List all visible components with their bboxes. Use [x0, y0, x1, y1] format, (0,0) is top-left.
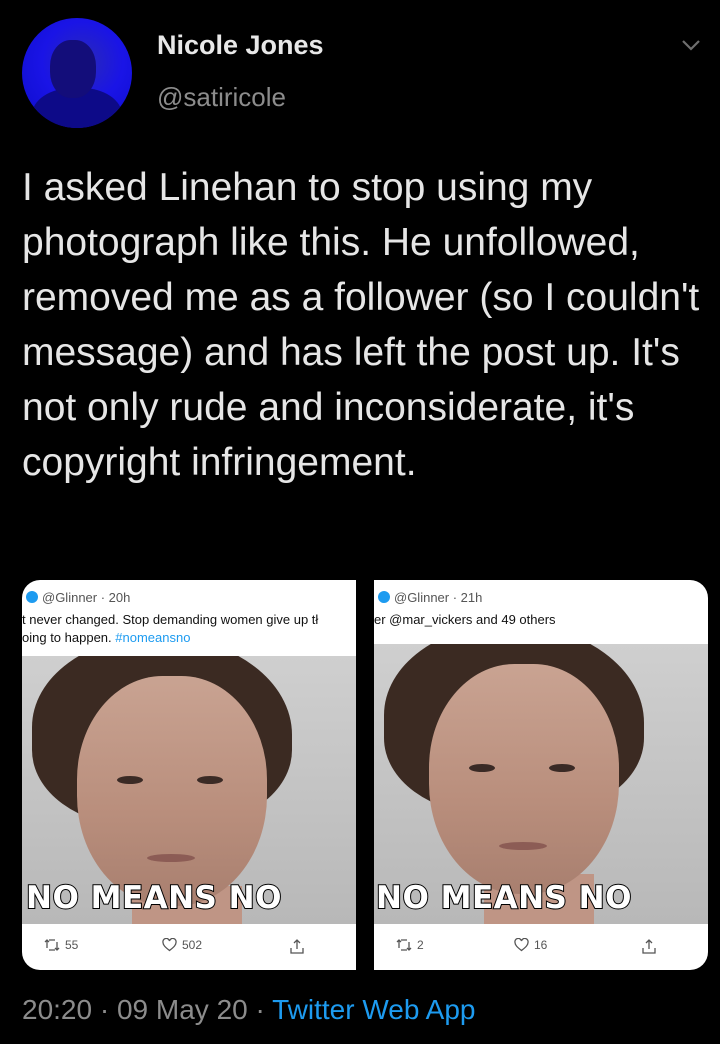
quoted-time: 21h: [460, 590, 483, 605]
quoted-text-line: t never changed. Stop demanding women gi…: [22, 612, 319, 627]
quoted-handle: @Glinner: [42, 590, 98, 605]
media-image-1[interactable]: @Glinner · 20h t never changed. Stop dem…: [22, 580, 356, 970]
verified-icon: [378, 591, 390, 603]
author-handle[interactable]: @satiricole: [157, 82, 286, 113]
like-count: 502: [162, 937, 202, 952]
quoted-meta: @Glinner · 21h: [378, 590, 482, 605]
hashtag-link: #nomeansno: [115, 630, 191, 645]
quoted-time: 20h: [108, 590, 131, 605]
separator: ·: [255, 994, 265, 1025]
quoted-handle: @Glinner: [394, 590, 450, 605]
photo-mouth: [147, 854, 195, 862]
photo-face: [429, 664, 619, 894]
photo-eye: [197, 776, 223, 784]
media-separator: [356, 580, 374, 970]
media-image-2[interactable]: @Glinner · 21h er @mar_vickers and 49 ot…: [374, 580, 708, 970]
quoted-text: oing to happen.: [22, 630, 112, 645]
replying-to-line: er @mar_vickers and 49 others: [374, 612, 556, 627]
source-app-link[interactable]: Twitter Web App: [272, 994, 475, 1025]
author-name[interactable]: Nicole Jones: [157, 30, 324, 61]
retweet-count: 2: [396, 938, 424, 952]
meme-caption: NO MEANS NO: [375, 879, 632, 917]
quoted-actions: 2 16: [374, 924, 708, 970]
like-count: 16: [514, 937, 547, 952]
tweet-text: I asked Linehan to stop using my photogr…: [22, 166, 700, 484]
heart-icon: [514, 937, 529, 952]
heart-icon: [162, 937, 177, 952]
meme-photo: NO MEANS NO: [374, 644, 708, 924]
avatar[interactable]: [22, 18, 132, 128]
quoted-actions: 55 502: [22, 924, 356, 970]
tweet-timestamp[interactable]: 20:20 · 09 May 20 · Twitter Web App: [22, 994, 475, 1026]
tweet-media[interactable]: @Glinner · 20h t never changed. Stop dem…: [22, 580, 708, 970]
photo-eye: [469, 764, 495, 772]
photo-eye: [549, 764, 575, 772]
quoted-text-line: oing to happen. #nomeansno: [22, 630, 190, 645]
share-icon: [290, 938, 309, 954]
quoted-meta: @Glinner · 20h: [26, 590, 130, 605]
photo-eye: [117, 776, 143, 784]
meme-caption: NO MEANS NO: [25, 879, 282, 917]
separator: ·: [99, 994, 110, 1025]
share-icon: [642, 938, 661, 954]
tweet-time: 20:20: [22, 994, 93, 1025]
tweet-date: 09 May 20: [116, 994, 248, 1025]
photo-face: [77, 676, 267, 906]
retweet-count: 55: [44, 938, 78, 952]
retweet-icon: [44, 939, 60, 951]
chevron-down-icon[interactable]: [680, 34, 702, 56]
avatar-face: [50, 40, 96, 98]
retweet-icon: [396, 939, 412, 951]
meme-photo: NO MEANS NO: [22, 656, 356, 924]
photo-mouth: [499, 842, 547, 850]
verified-icon: [26, 591, 38, 603]
